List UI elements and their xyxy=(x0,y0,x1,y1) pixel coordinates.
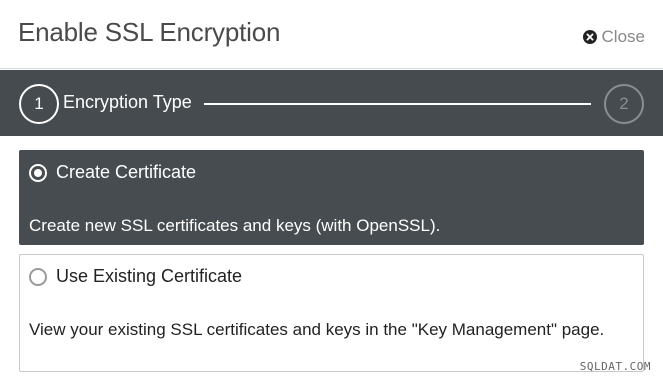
step-progress-line xyxy=(204,103,591,105)
step-2-indicator: 2 xyxy=(604,84,644,124)
watermark: SQLDAT.COM xyxy=(579,360,651,373)
ssl-encryption-dialog: Enable SSL Encryption Close 1 Encryption… xyxy=(0,0,663,377)
radio-use-existing-certificate[interactable] xyxy=(29,268,47,286)
wizard-stepper: 1 Encryption Type 2 xyxy=(0,70,663,136)
close-button[interactable]: Close xyxy=(582,27,645,47)
option-use-existing-certificate[interactable]: Use Existing Certificate View your exist… xyxy=(19,254,644,372)
option-description: Create new SSL certificates and keys (wi… xyxy=(29,216,441,235)
option-title: Create Certificate xyxy=(56,162,197,182)
option-description: View your existing SSL certificates and … xyxy=(29,320,605,339)
radio-create-certificate[interactable] xyxy=(29,164,47,182)
step-1-label: Encryption Type xyxy=(63,92,192,112)
dialog-title: Enable SSL Encryption xyxy=(18,17,281,47)
x-circle-icon xyxy=(582,30,597,44)
step-1-indicator: 1 xyxy=(19,84,59,124)
dialog-header: Enable SSL Encryption Close xyxy=(0,0,663,69)
close-label: Close xyxy=(601,27,645,46)
option-create-certificate[interactable]: Create Certificate Create new SSL certif… xyxy=(19,150,644,245)
option-title: Use Existing Certificate xyxy=(56,266,243,286)
